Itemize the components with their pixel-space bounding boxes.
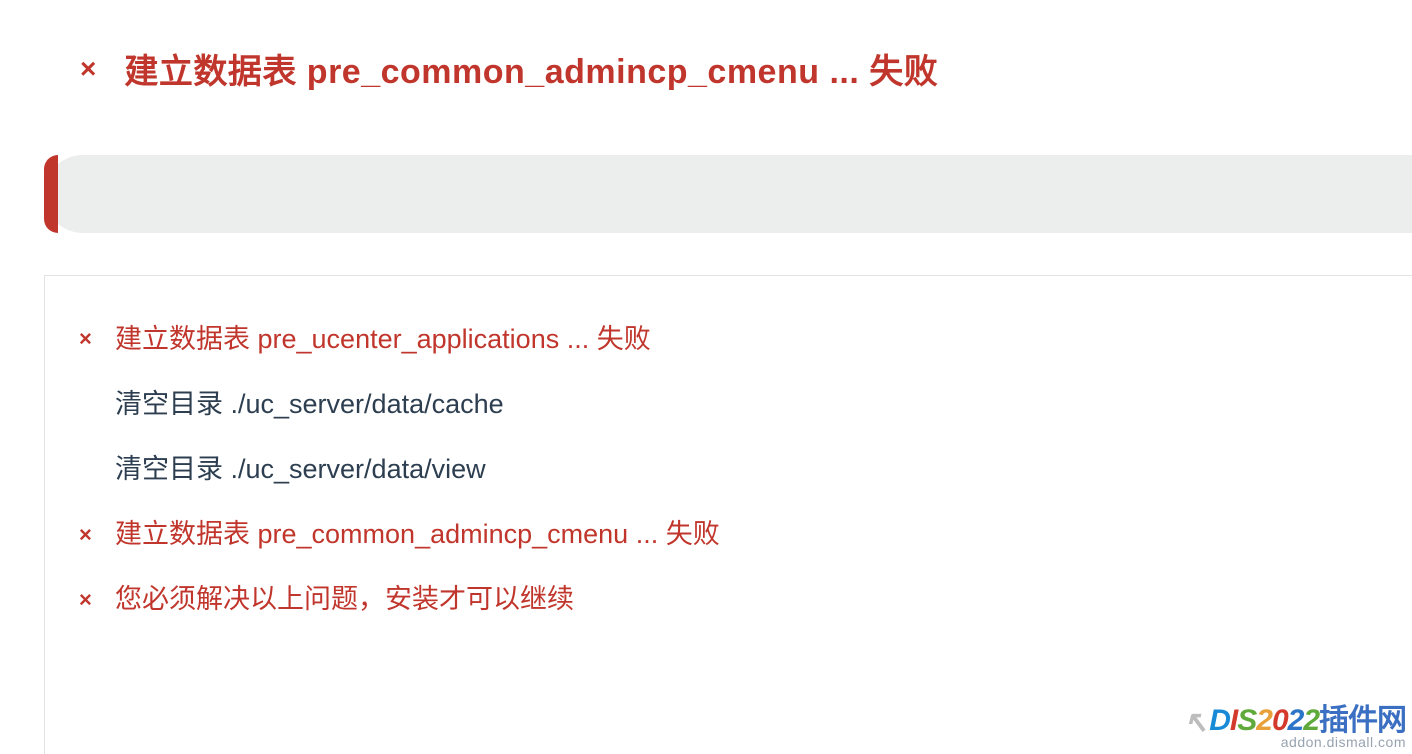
log-row: 清空目录 ./uc_server/data/cache — [79, 387, 1378, 422]
install-status-heading: × 建立数据表 pre_common_admincp_cmenu ... 失败 — [80, 44, 938, 93]
error-x-icon: × — [80, 55, 96, 83]
log-text: 建立数据表 pre_common_admincp_cmenu ... 失败 — [115, 517, 720, 552]
log-text: 建立数据表 pre_ucenter_applications ... 失败 — [115, 322, 651, 357]
log-text: 清空目录 ./uc_server/data/view — [115, 452, 486, 487]
install-log-panel: × 建立数据表 pre_ucenter_applications ... 失败 … — [44, 275, 1412, 754]
heading-text: 建立数据表 pre_common_admincp_cmenu ... 失败 — [124, 44, 938, 93]
progress-fill — [44, 155, 58, 233]
log-row: 清空目录 ./uc_server/data/view — [79, 452, 1378, 487]
log-row: × 建立数据表 pre_common_admincp_cmenu ... 失败 — [79, 517, 1378, 552]
error-x-icon: × — [79, 325, 115, 354]
log-text: 您必须解决以上问题，安装才可以继续 — [115, 582, 574, 617]
progress-track — [44, 155, 1412, 233]
install-progress-bar — [44, 155, 1412, 233]
log-text: 清空目录 ./uc_server/data/cache — [115, 387, 504, 422]
error-x-icon: × — [79, 586, 115, 615]
log-row: × 您必须解决以上问题，安装才可以继续 — [79, 582, 1378, 617]
log-row: × 建立数据表 pre_ucenter_applications ... 失败 — [79, 322, 1378, 357]
error-x-icon: × — [79, 521, 115, 550]
